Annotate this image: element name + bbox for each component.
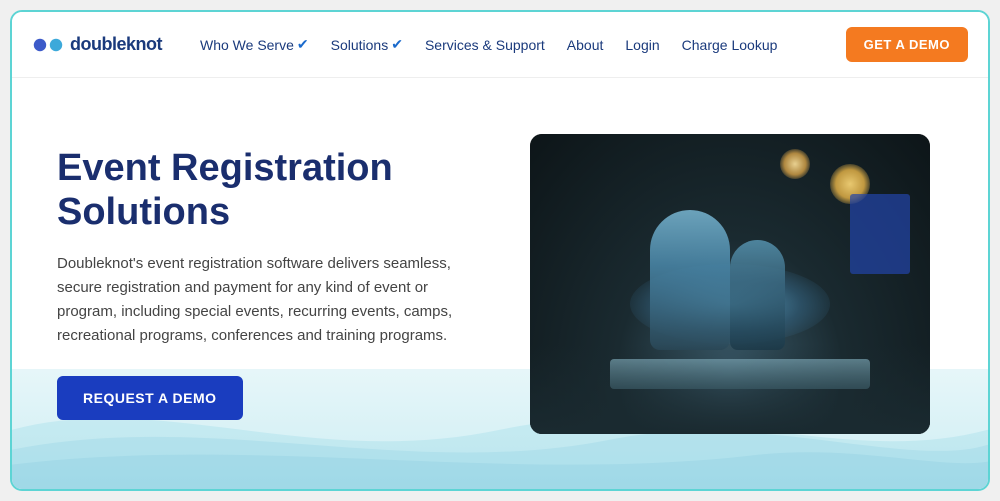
chevron-down-icon: ✔ [297,36,309,53]
photo-person2 [730,240,785,350]
chevron-down-icon: ✔ [391,36,403,53]
hero-description: Doubleknot's event registration software… [57,252,462,348]
logo-text: doubleknot [70,34,162,55]
nav-login[interactable]: Login [617,33,667,57]
hero-image-wrapper [502,78,988,489]
nav-links: Who We Serve ✔ Solutions ✔ Services & Su… [192,32,836,57]
nav-about[interactable]: About [559,33,612,57]
hero-section: Event Registration Solutions Doubleknot'… [12,78,988,489]
app-window: doubleknot Who We Serve ✔ Solutions ✔ Se… [10,10,990,491]
hero-title: Event Registration Solutions [57,147,462,234]
photo-floor [530,344,930,434]
hero-image [530,134,930,434]
photo-light-2 [780,149,810,179]
photo-person1 [650,210,730,350]
nav-solutions[interactable]: Solutions ✔ [323,32,411,57]
nav-who-we-serve[interactable]: Who We Serve ✔ [192,32,317,57]
logo[interactable]: doubleknot [32,34,162,56]
navbar: doubleknot Who We Serve ✔ Solutions ✔ Se… [12,12,988,78]
get-demo-button[interactable]: GET A DEMO [846,27,968,62]
photo-simulation [530,134,930,434]
nav-services-support[interactable]: Services & Support [417,33,553,57]
logo-icon [32,34,64,56]
photo-screen [850,194,910,274]
nav-charge-lookup[interactable]: Charge Lookup [674,33,786,57]
hero-content: Event Registration Solutions Doubleknot'… [12,78,502,489]
request-demo-button[interactable]: REQUEST A DEMO [57,376,243,420]
